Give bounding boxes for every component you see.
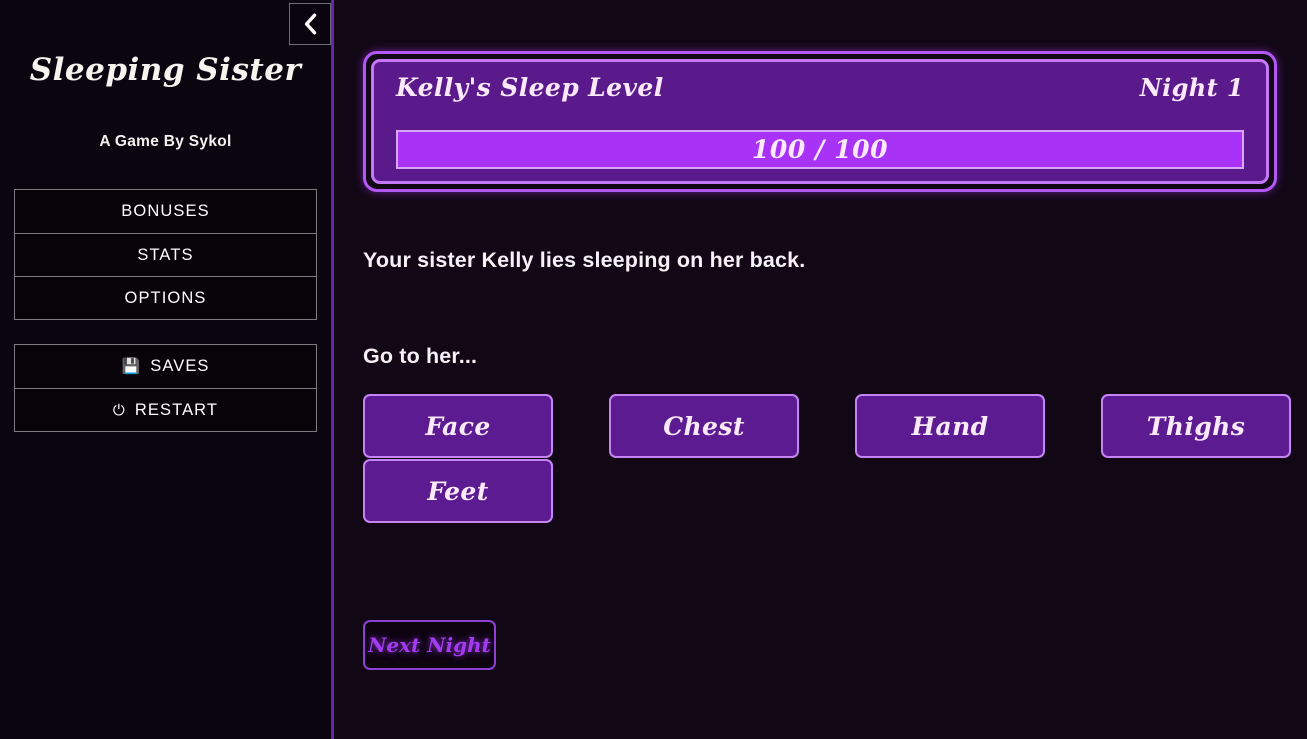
prompt-text: Go to her... — [363, 344, 478, 368]
choice-button-label: Face — [425, 411, 491, 441]
sidebar-collapse-button[interactable] — [289, 3, 331, 45]
sleep-level-header: Kelly's Sleep Level Night 1 — [396, 73, 1244, 102]
game-title: Sleeping Sister — [29, 52, 302, 88]
sleep-level-panel: Kelly's Sleep Level Night 1 100 / 100 — [363, 51, 1277, 192]
choice-button-thighs[interactable]: Thighs — [1101, 394, 1291, 458]
choice-column-2: Chest — [609, 394, 799, 458]
sidebar-item-label: RESTART — [134, 400, 219, 419]
choice-grid: Face Feet Chest Hand Thighs — [363, 394, 1291, 523]
sleep-level-label: Kelly's Sleep Level — [396, 73, 664, 102]
chevron-left-icon — [302, 13, 318, 35]
power-icon: ⏻ — [112, 401, 126, 419]
sidebar: Sleeping Sister A Game By Sykol BONUSES … — [0, 0, 334, 739]
choice-button-label: Thighs — [1146, 411, 1246, 441]
night-counter: Night 1 — [1139, 73, 1244, 102]
sidebar-item-label: STATS — [137, 245, 194, 264]
sidebar-item-stats[interactable]: STATS — [15, 233, 316, 276]
choice-column-3: Hand — [855, 394, 1045, 458]
choice-button-label: Feet — [427, 476, 489, 506]
choice-column-1: Face Feet — [363, 394, 553, 523]
choice-button-hand[interactable]: Hand — [855, 394, 1045, 458]
story-text: Your sister Kelly lies sleeping on her b… — [363, 248, 806, 272]
game-subtitle: A Game By Sykol — [99, 133, 232, 150]
sidebar-item-saves[interactable]: 💾 SAVES — [15, 345, 316, 388]
next-night-button[interactable]: Next Night — [363, 620, 496, 670]
next-night-label: Next Night — [368, 633, 491, 657]
sidebar-item-options[interactable]: OPTIONS — [15, 276, 316, 319]
sleep-level-panel-inner: Kelly's Sleep Level Night 1 100 / 100 — [371, 59, 1269, 184]
game-window: Sleeping Sister A Game By Sykol BONUSES … — [0, 0, 1307, 739]
sidebar-item-label: SAVES — [150, 357, 210, 375]
sleep-level-meter: 100 / 100 — [396, 130, 1244, 169]
sleep-level-value: 100 / 100 — [751, 135, 889, 164]
floppy-disk-icon: 💾 — [121, 358, 142, 375]
choice-button-label: Chest — [663, 411, 745, 441]
choice-button-chest[interactable]: Chest — [609, 394, 799, 458]
sidebar-item-label: OPTIONS — [124, 288, 207, 307]
choice-column-4: Thighs — [1101, 394, 1291, 458]
choice-button-face[interactable]: Face — [363, 394, 553, 458]
narrative-section: Your sister Kelly lies sleeping on her b… — [363, 248, 1263, 369]
choice-button-label: Hand — [911, 411, 989, 441]
sidebar-item-restart[interactable]: ⏻ RESTART — [15, 388, 316, 431]
sidebar-item-bonuses[interactable]: BONUSES — [15, 190, 316, 233]
choice-button-feet[interactable]: Feet — [363, 459, 553, 523]
sidebar-item-label: BONUSES — [121, 202, 210, 220]
sidebar-menu-system: 💾 SAVES ⏻ RESTART — [14, 344, 317, 432]
sidebar-menu-main: BONUSES STATS OPTIONS — [14, 189, 317, 320]
main-content: Kelly's Sleep Level Night 1 100 / 100 Yo… — [334, 0, 1307, 739]
